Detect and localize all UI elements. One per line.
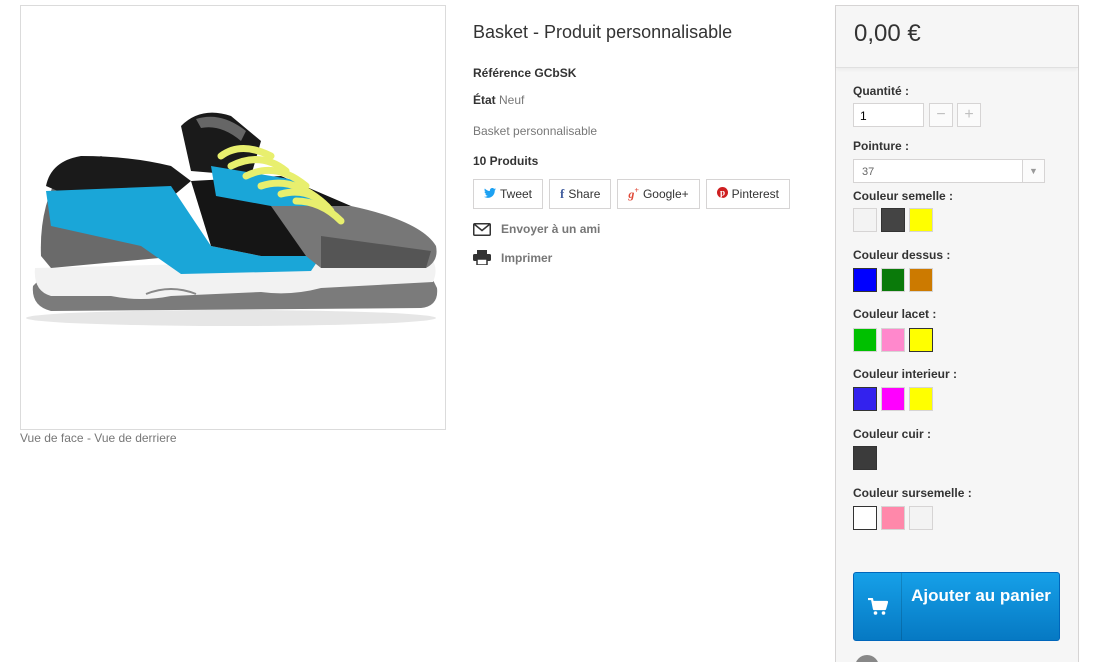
google-plus-icon: g+ (628, 186, 639, 201)
top-color-swatch[interactable] (853, 268, 877, 292)
oversole-color-swatch[interactable] (853, 506, 877, 530)
lace-color-swatch[interactable] (853, 328, 877, 352)
pinterest-label: Pinterest (731, 187, 780, 201)
add-to-cart-label: Ajouter au panier (911, 586, 1051, 605)
product-description: Basket personnalisable (473, 124, 598, 138)
facebook-icon: f (560, 186, 565, 201)
svg-text:p: p (720, 188, 725, 198)
quantity-plus-button[interactable]: + (957, 103, 981, 127)
share-label: Share (568, 187, 601, 201)
oversole-color-swatch[interactable] (909, 506, 933, 530)
quantity-minus-button[interactable]: − (929, 103, 953, 127)
sole-color-swatch[interactable] (853, 208, 877, 232)
product-title: Basket - Produit personnalisable (473, 22, 733, 42)
envelope-icon (473, 222, 491, 236)
product-image[interactable] (20, 5, 446, 430)
pinterest-button[interactable]: p Pinterest (705, 179, 791, 209)
oversole-color-label: Couleur sursemelle : (853, 486, 972, 500)
quantity-input[interactable]: 1 (853, 103, 924, 127)
inner-color-label: Couleur interieur : (853, 367, 958, 381)
size-select[interactable]: 37 ▼ (853, 159, 1045, 183)
reference-label: Référence (473, 66, 532, 80)
stock-quantity: 10 Produits (473, 154, 539, 168)
googleplus-label: Google+ (642, 187, 689, 201)
inner-color-swatch[interactable] (909, 387, 933, 411)
reference-row: Référence GCbSK (473, 66, 576, 80)
oversole-color-swatches (853, 506, 933, 530)
add-to-cart-button[interactable]: Ajouter au panier (853, 572, 1060, 641)
top-color-swatch[interactable] (881, 268, 905, 292)
state-row: État Neuf (473, 93, 524, 107)
lace-color-swatch[interactable] (909, 328, 933, 352)
sole-color-label: Couleur semelle : (853, 189, 954, 203)
leather-color-swatch[interactable] (853, 446, 877, 470)
lace-color-swatch[interactable] (881, 328, 905, 352)
chevron-down-icon: ▼ (1022, 160, 1044, 182)
sole-color-swatch[interactable] (881, 208, 905, 232)
top-color-swatches (853, 268, 933, 292)
state-label: État (473, 93, 496, 107)
state-value: Neuf (499, 93, 525, 107)
top-color-label: Couleur dessus : (853, 248, 951, 262)
quantity-label: Quantité : (853, 84, 909, 98)
oversole-color-swatch[interactable] (881, 506, 905, 530)
facebook-share-button[interactable]: f Share (549, 179, 612, 209)
size-label: Pointure : (853, 139, 909, 153)
sneaker-image (26, 112, 438, 326)
inner-color-swatches (853, 387, 933, 411)
lace-color-swatches (853, 328, 933, 352)
googleplus-button[interactable]: g+ Google+ (617, 179, 700, 209)
sole-color-swatches (853, 208, 933, 232)
price: 0,00 € (854, 20, 921, 47)
cart-icon (854, 573, 902, 640)
reference-value: GCbSK (534, 66, 577, 80)
send-to-friend-link[interactable]: Envoyer à un ami (473, 222, 600, 236)
lace-color-label: Couleur lacet : (853, 307, 937, 321)
twitter-icon (484, 187, 496, 201)
top-color-swatch[interactable] (909, 268, 933, 292)
sole-color-swatch[interactable] (909, 208, 933, 232)
price-area: 0,00 € (836, 6, 1078, 68)
size-value: 37 (862, 166, 875, 178)
leather-color-swatches (853, 446, 877, 470)
share-buttons: Tweet f Share g+ Google+ p Pinterest (473, 179, 791, 209)
tweet-label: Tweet (500, 187, 533, 201)
inner-color-swatch[interactable] (881, 387, 905, 411)
print-link[interactable]: Imprimer (473, 250, 552, 265)
image-caption: Vue de face - Vue de derriere (20, 431, 177, 445)
send-to-friend-label: Envoyer à un ami (501, 222, 601, 236)
inner-color-swatch[interactable] (853, 387, 877, 411)
printer-icon (473, 250, 491, 265)
print-label: Imprimer (501, 250, 553, 265)
pinterest-icon: p (716, 187, 728, 201)
tweet-button[interactable]: Tweet (473, 179, 544, 209)
leather-color-label: Couleur cuir : (853, 427, 932, 441)
